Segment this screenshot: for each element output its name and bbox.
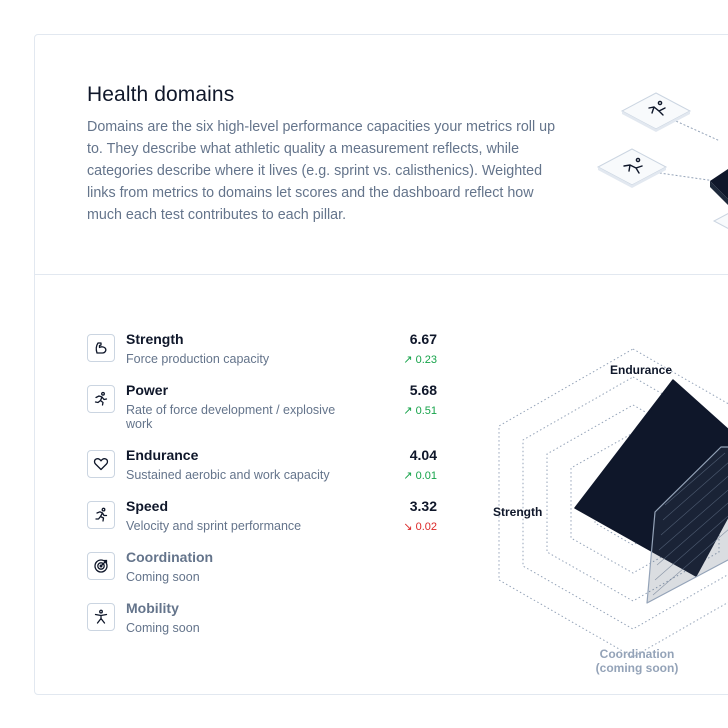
heart-icon bbox=[87, 450, 115, 478]
dark-slab bbox=[710, 169, 728, 205]
domain-name: Endurance bbox=[126, 447, 199, 463]
domain-name: Coordination bbox=[126, 549, 214, 565]
target-tile-icon bbox=[712, 213, 728, 229]
radar-label-endurance: Endurance bbox=[610, 363, 673, 377]
domain-score: 3.32 bbox=[409, 498, 437, 514]
domain-delta: ↘ 0.02 bbox=[403, 521, 437, 533]
arrow-up-right-icon: ↗ bbox=[403, 470, 413, 482]
stretch-icon bbox=[87, 603, 115, 631]
section-divider bbox=[35, 274, 728, 275]
domain-name: Strength bbox=[126, 331, 184, 347]
sprinter-tile-icon bbox=[596, 148, 668, 188]
radar-label-strength: Strength bbox=[493, 505, 543, 519]
domain-name: Power bbox=[126, 382, 169, 398]
domain-score: 4.04 bbox=[409, 447, 437, 463]
domain-subtitle: Coming soon bbox=[126, 621, 200, 635]
domain-radar-chart: Endurance Strength Coordination (coming … bbox=[475, 315, 728, 694]
target-icon bbox=[87, 552, 115, 580]
domain-score: 6.67 bbox=[409, 331, 437, 347]
runner-tile-icon bbox=[620, 92, 692, 132]
domain-name: Mobility bbox=[126, 600, 179, 616]
arrow-up-right-icon: ↗ bbox=[403, 405, 413, 417]
isometric-illustration bbox=[596, 92, 728, 229]
sprinter-icon bbox=[87, 501, 115, 529]
domain-name: Speed bbox=[126, 498, 169, 514]
runner-icon bbox=[87, 385, 115, 413]
radar-label-coordination: Coordination (coming soon) bbox=[595, 647, 679, 675]
domain-subtitle: Rate of force development / explosive wo… bbox=[126, 403, 336, 431]
arrow-up-right-icon: ↗ bbox=[403, 354, 413, 366]
domain-delta: ↗ 0.01 bbox=[403, 470, 437, 482]
health-domains-card: Health domains Domains are the six high-… bbox=[34, 34, 728, 695]
domain-subtitle: Sustained aerobic and work capacity bbox=[126, 468, 330, 482]
domain-subtitle: Force production capacity bbox=[126, 352, 270, 366]
domain-score: 5.68 bbox=[409, 382, 437, 398]
domain-subtitle: Velocity and sprint performance bbox=[126, 519, 302, 533]
arrow-down-right-icon: ↘ bbox=[403, 521, 413, 533]
domain-delta: ↗ 0.51 bbox=[403, 405, 437, 417]
page-description: Domains are the six high-level performan… bbox=[87, 119, 556, 223]
page-title: Health domains bbox=[87, 83, 235, 106]
domain-delta: ↗ 0.23 bbox=[403, 354, 437, 366]
flexed-bicep-icon bbox=[87, 334, 115, 362]
domain-subtitle: Coming soon bbox=[126, 570, 200, 584]
